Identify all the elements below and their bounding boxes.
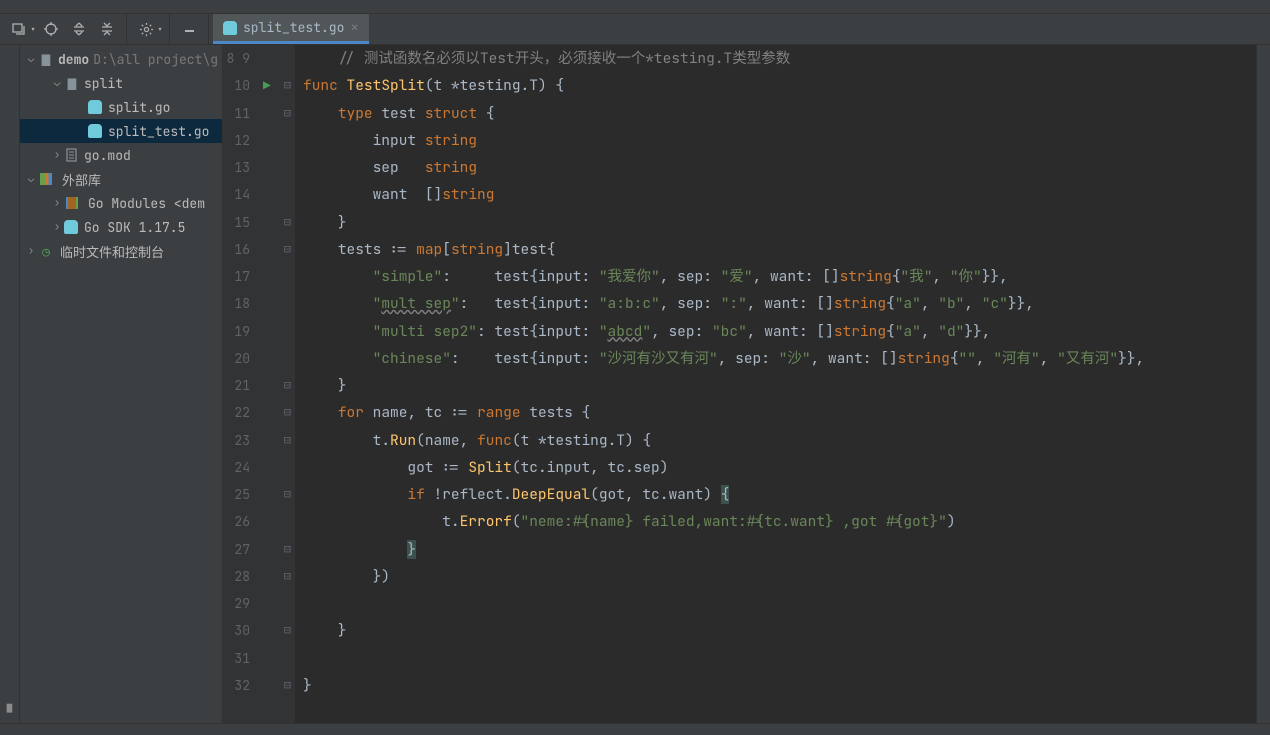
code-content[interactable]: // 测试函数名必须以Test开头，必须接收一个*testing.T类型参数 f… <box>295 45 1256 723</box>
tree-label: split <box>84 75 123 92</box>
status-bar <box>0 723 1270 735</box>
chevron-right-icon[interactable]: › <box>24 244 38 258</box>
tree-label: 外部库 <box>62 170 101 189</box>
tree-label: Go Modules <dem <box>88 195 205 212</box>
tree-label: demo <box>58 51 89 68</box>
expand-all-icon[interactable] <box>66 16 92 42</box>
folder-icon <box>64 76 80 90</box>
project-tree[interactable]: ⌄ demo D:\all project\g ⌄ split split.go <box>20 45 223 723</box>
tree-label: split.go <box>108 99 170 116</box>
gear-icon[interactable] <box>133 16 159 42</box>
icon-gutter[interactable]: ▶⊟⊟⊟⊟⊟⊟⊟⊟⊟⊟⊟⊟ <box>259 45 295 723</box>
tree-dir-split[interactable]: ⌄ split <box>20 71 222 95</box>
tool-window-stripe[interactable]: ▆ <box>0 45 20 723</box>
scratch-icon <box>38 244 54 258</box>
line-number-gutter[interactable]: 8 9 10 11 12 13 14 15 16 17 18 19 20 21 … <box>223 45 259 723</box>
tree-ext-lib[interactable]: ⌄ 外部库 <box>20 167 222 191</box>
go-file-icon <box>88 124 102 138</box>
tree-label: 临时文件和控制台 <box>60 242 164 261</box>
chevron-down-icon[interactable]: ⌄ <box>50 76 64 90</box>
editor-scrollbar[interactable] <box>1256 45 1270 723</box>
tree-go-sdk[interactable]: › Go SDK 1.17.5 <box>20 215 222 239</box>
go-file-icon <box>223 21 237 35</box>
select-opened-file-icon[interactable] <box>6 16 32 42</box>
go-file-icon <box>88 100 102 114</box>
go-sdk-icon <box>64 220 78 234</box>
target-icon[interactable] <box>38 16 64 42</box>
tree-file-split-go[interactable]: split.go <box>20 95 222 119</box>
tree-root-demo[interactable]: ⌄ demo D:\all project\g <box>20 47 222 71</box>
library-icon <box>38 172 54 186</box>
tree-scratches[interactable]: › 临时文件和控制台 <box>20 239 222 263</box>
breadcrumb-bar <box>0 0 1270 14</box>
tree-path: D:\all project\g <box>93 51 218 68</box>
collapse-all-icon[interactable] <box>94 16 120 42</box>
chevron-down-icon[interactable]: ⌄ <box>24 52 38 66</box>
tree-label: Go SDK 1.17.5 <box>84 219 185 236</box>
chevron-right-icon[interactable]: › <box>50 148 64 162</box>
tree-label: split_test.go <box>108 123 209 140</box>
editor-tabs: split_test.go × <box>209 14 369 44</box>
tree-label: go.mod <box>84 147 131 164</box>
editor-tab-split-test[interactable]: split_test.go × <box>213 14 369 44</box>
code-editor[interactable]: 8 9 10 11 12 13 14 15 16 17 18 19 20 21 … <box>223 45 1256 723</box>
chevron-down-icon[interactable]: ⌄ <box>24 172 38 186</box>
library-stack-icon <box>64 196 80 210</box>
folder-icon <box>38 52 54 66</box>
close-icon[interactable]: × <box>350 21 358 35</box>
chevron-right-icon[interactable]: › <box>50 196 64 210</box>
file-icon <box>64 148 80 162</box>
tree-file-split-test-go[interactable]: split_test.go <box>20 119 222 143</box>
toolbar: ▾ ▾ split_test.go <box>0 14 1270 45</box>
tree-file-go-mod[interactable]: › go.mod <box>20 143 222 167</box>
chevron-right-icon[interactable]: › <box>50 220 64 234</box>
hide-icon[interactable] <box>176 16 202 42</box>
tab-filename: split_test.go <box>243 19 344 36</box>
tree-go-modules[interactable]: › Go Modules <dem <box>20 191 222 215</box>
bookmark-icon: ▆ <box>7 701 12 713</box>
